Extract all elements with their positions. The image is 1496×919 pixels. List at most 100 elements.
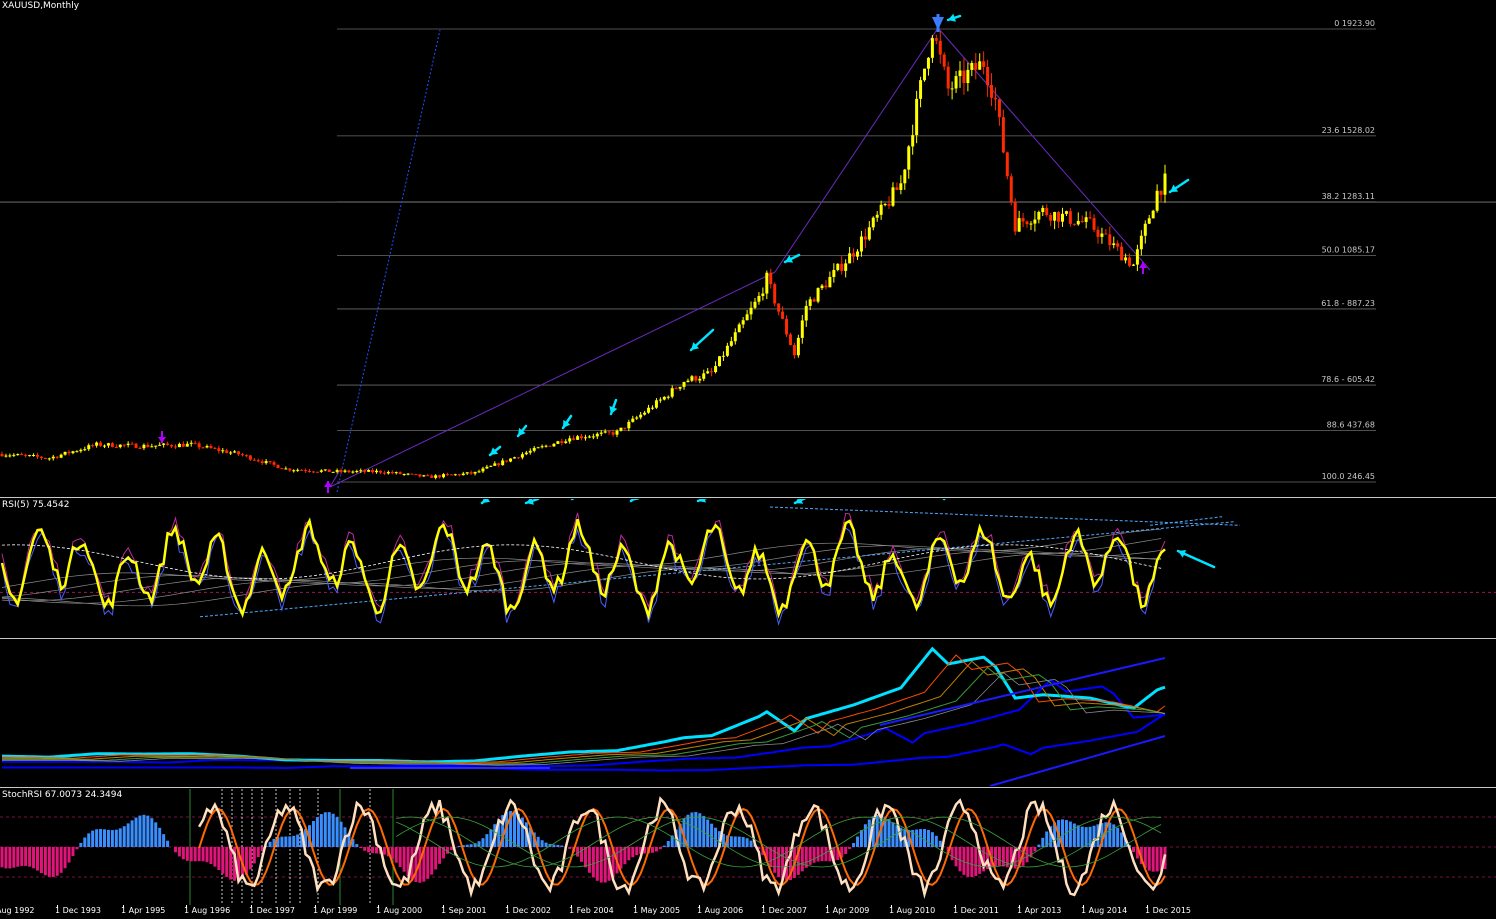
stoch-hist-bar (32, 847, 36, 869)
candle-body (292, 470, 296, 472)
date-tick-label: 1 Dec 2015 (1145, 906, 1192, 915)
stoch-hist-bar (915, 829, 919, 847)
pane-separator[interactable] (0, 497, 1496, 498)
stoch-hist-bar (714, 827, 718, 847)
fib-level-label: 61.8 - 887.23 (1321, 299, 1375, 308)
candle-body (997, 99, 1001, 118)
price-chart[interactable]: 0 1923.90 23.6 1528.02 38.2 1283.11 50.0 10… (0, 0, 1496, 497)
candle-body (1009, 176, 1013, 202)
stoch-hist-bar (848, 847, 852, 850)
candle-body (367, 469, 371, 472)
candle-body (674, 388, 678, 390)
candle-body (422, 475, 426, 477)
candle-body (87, 445, 91, 450)
stoch-hist-bar (800, 847, 804, 872)
candle-body (714, 366, 718, 373)
candle-body (970, 62, 974, 70)
rsi-chart[interactable] (0, 499, 1496, 637)
candle-body (1100, 233, 1104, 237)
date-tick-label: 1 Aug 1996 (184, 906, 231, 915)
candle-body (926, 57, 930, 69)
candle-body (990, 84, 994, 98)
ma-pane[interactable] (0, 640, 1496, 786)
annotation-arrow (488, 445, 502, 457)
candle-body (603, 431, 607, 433)
stoch-hist-bar (737, 836, 741, 847)
candle-body (438, 475, 442, 478)
candle-body (8, 455, 12, 457)
stoch-hist-bar (710, 823, 714, 847)
candle-body (1128, 257, 1132, 266)
stoch-hist-bar (284, 836, 288, 847)
candle-body (1001, 117, 1005, 153)
candle-body (721, 355, 725, 357)
candle-body (39, 456, 43, 458)
candle-body (209, 445, 213, 448)
candle-body (12, 454, 16, 456)
ma-upper-line (879, 657, 1166, 726)
candle-body (583, 437, 587, 439)
candle-body (339, 470, 343, 472)
stochrsi-pane[interactable]: StochRSI 67.0073 24.3494 (0, 789, 1496, 905)
ma-chart[interactable] (0, 640, 1496, 786)
candle-body (296, 469, 300, 471)
candle-body (418, 474, 422, 477)
candle-body (315, 471, 319, 473)
candle-body (682, 382, 686, 387)
candle-body (47, 458, 51, 460)
candle-body (311, 471, 315, 473)
date-tick (635, 905, 636, 908)
stoch-hist-bar (438, 847, 442, 864)
stoch-hist-bar (110, 830, 114, 847)
stoch-hist-bar (540, 840, 544, 847)
candle-body (804, 305, 808, 321)
candle-body (465, 472, 469, 474)
candle-body (1151, 210, 1155, 219)
stoch-hist-bar (4, 847, 8, 869)
candle-body (477, 471, 481, 473)
candle-body (513, 457, 517, 459)
candle-body (430, 475, 434, 478)
candle-body (414, 473, 418, 475)
stoch-hist-bar (16, 847, 20, 867)
stoch-hist-bar (248, 847, 252, 870)
candle-body (1025, 221, 1029, 225)
candle-body (1155, 190, 1159, 211)
candle-body (911, 135, 915, 147)
stoch-hist-bar (134, 817, 138, 847)
candle-body (840, 263, 844, 271)
stoch-hist-bar (323, 812, 327, 847)
stoch-hist-bar (1080, 826, 1084, 847)
date-tick (315, 905, 316, 908)
annotation-arrow (480, 499, 491, 505)
price-pane[interactable]: XAUUSD,Monthly 0 1923.90 23.6 1528.02 38.2… (0, 0, 1496, 497)
candle-body (520, 454, 524, 458)
stoch-hist-bar (481, 838, 485, 847)
pane-separator[interactable] (0, 787, 1496, 788)
stoch-hist-bar (950, 847, 954, 861)
candle-body (623, 427, 627, 429)
candle-body (335, 470, 339, 472)
stoch-hist-bar (658, 847, 662, 850)
stoch-hist-bar (591, 847, 595, 878)
candle-body (1159, 190, 1163, 195)
candle-body (142, 444, 146, 449)
candle-body (536, 447, 540, 449)
candle-body (95, 442, 99, 446)
rsi-pane[interactable]: RSI(5) 75.4542 (0, 499, 1496, 637)
stoch-hist-bar (55, 847, 59, 876)
candle-body (654, 400, 658, 408)
stoch-hist-bar (75, 847, 79, 850)
date-tick-label: 1 Aug 2010 (889, 906, 936, 915)
stochrsi-chart[interactable] (0, 789, 1496, 905)
pane-separator[interactable] (0, 638, 1496, 639)
candle-body (946, 66, 950, 89)
stoch-hist-bar (126, 823, 130, 847)
annotation-arrow (793, 499, 807, 505)
rsi-band-line (1, 550, 1162, 604)
stoch-hist-bar (201, 847, 205, 862)
date-tick (699, 905, 700, 908)
candle-body (225, 450, 229, 453)
candle-body (51, 456, 55, 459)
candle-body (1135, 249, 1139, 265)
